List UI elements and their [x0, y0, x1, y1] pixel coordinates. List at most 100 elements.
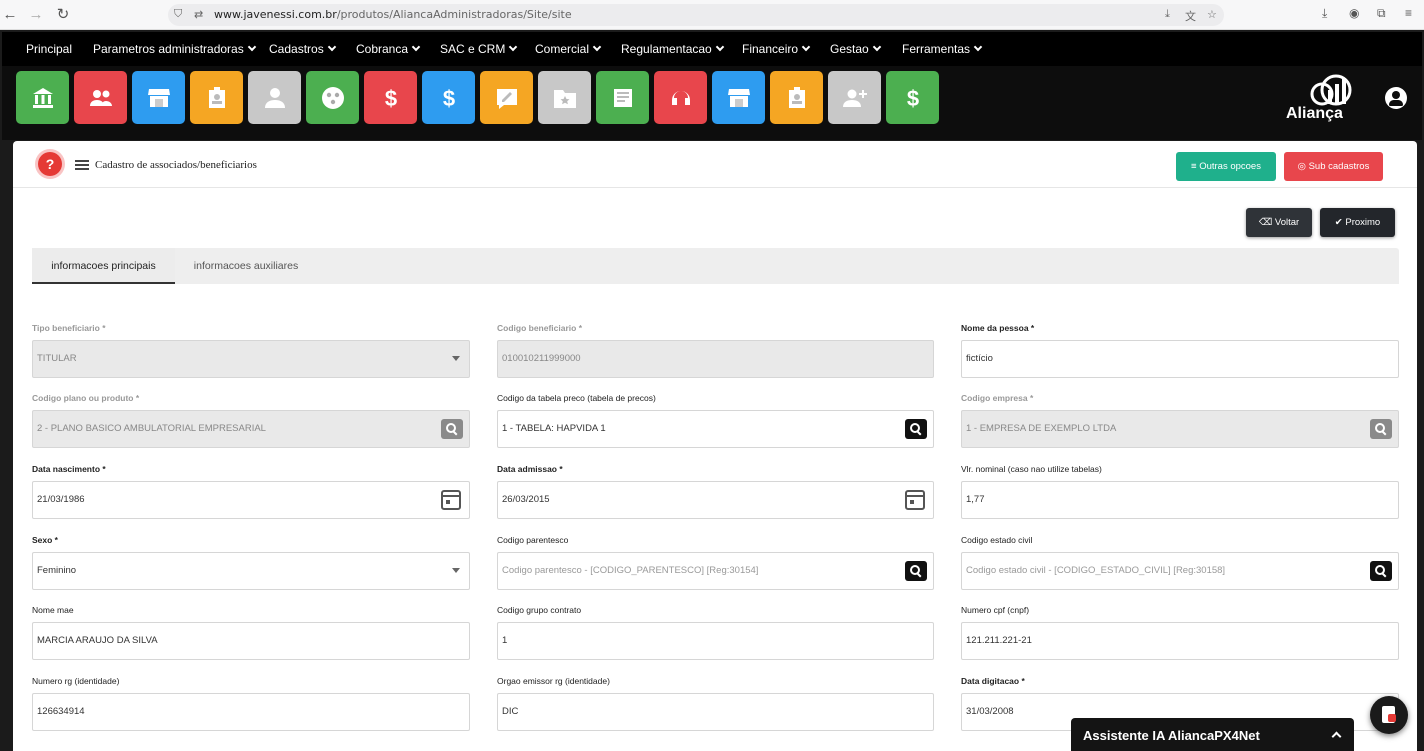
tab-informacoes-principais[interactable]: informacoes principais [32, 248, 175, 284]
reload-icon[interactable]: ↻ [53, 5, 73, 25]
logo-icon: Aliança [1286, 74, 1352, 122]
codigo-tabela-input[interactable]: 1 - TABELA: HAPVIDA 1 [497, 410, 934, 448]
search-button[interactable] [1370, 419, 1392, 439]
star-icon[interactable]: ☆ [1207, 8, 1217, 21]
menu-financeiro[interactable]: Financeiro [742, 32, 811, 66]
menu-regulamentacao[interactable]: Regulamentacao [621, 32, 724, 66]
outras-opcoes-button[interactable]: ≡ Outras opcoes [1176, 152, 1276, 181]
codigo-tabela-value: 1 - TABELA: HAPVIDA 1 [502, 423, 606, 434]
numero-cpf-input[interactable]: 121.211.221-21 [961, 622, 1399, 660]
codigo-plano-input[interactable]: 2 - PLANO BASICO AMBULATORIAL EMPRESARIA… [32, 410, 470, 448]
menu-label: Ferramentas [902, 42, 971, 56]
forward-icon[interactable]: → [26, 5, 46, 25]
account-icon[interactable]: ◉ [1349, 6, 1359, 20]
shortcut-tile[interactable] [248, 71, 301, 124]
codigo-empresa-input[interactable]: 1 - EMPRESA DE EXEMPLO LTDA [961, 410, 1399, 448]
search-button[interactable] [441, 419, 463, 439]
codigo-grupo-contrato-input[interactable]: 1 [497, 622, 934, 660]
tipo-beneficiario-select[interactable]: TITULAR [32, 340, 470, 378]
data-nascimento-input[interactable]: 21/03/1986 [32, 481, 470, 519]
chevron-down-icon [509, 42, 518, 52]
sub-cadastros-button[interactable]: ◎ Sub cadastros [1284, 152, 1383, 181]
store-icon [727, 88, 750, 107]
codigo-estado-civil-input[interactable]: Codigo estado civil - [CODIGO_ESTADO_CIV… [961, 552, 1399, 590]
menu-cadastros[interactable]: Cadastros [269, 32, 336, 66]
shortcut-tile[interactable] [596, 71, 649, 124]
search-icon [446, 423, 458, 436]
numero-rg-input[interactable]: 126634914 [32, 693, 470, 731]
calendar-icon[interactable] [905, 490, 925, 510]
svg-text:$: $ [442, 86, 454, 111]
orgao-emissor-label: Orgao emissor rg (identidade) [497, 676, 610, 686]
shortcut-tile[interactable]: $ [422, 71, 475, 124]
menu-cobranca[interactable]: Cobranca [356, 32, 421, 66]
shortcut-tile[interactable]: $ [364, 71, 417, 124]
shortcut-tile[interactable] [480, 71, 533, 124]
hamburger-icon[interactable] [75, 160, 89, 170]
voltar-button[interactable]: ⌫ Voltar [1246, 208, 1312, 237]
menu-icon[interactable]: ≡ [1405, 6, 1412, 20]
data-admissao-label: Data admissao * [497, 464, 563, 474]
menu-ferramentas[interactable]: Ferramentas [902, 32, 983, 66]
menu-sac-crm[interactable]: SAC e CRM [440, 32, 518, 66]
menu-principal[interactable]: Principal [26, 32, 72, 66]
data-nascimento-value: 21/03/1986 [37, 494, 85, 505]
shortcut-tile[interactable] [74, 71, 127, 124]
shortcut-tile[interactable] [190, 71, 243, 124]
search-button[interactable] [905, 419, 927, 439]
menu-comercial[interactable]: Comercial [535, 32, 602, 66]
menu-gestao[interactable]: Gestao [830, 32, 881, 66]
edit-note-icon [496, 88, 517, 109]
nome-mae-input[interactable]: MARCIA ARAUJO DA SILVA [32, 622, 470, 660]
assistant-panel[interactable]: Assistente IA AliancaPX4Net [1071, 718, 1354, 751]
codigo-parentesco-input[interactable]: Codigo parentesco - [CODIGO_PARENTESCO] … [497, 552, 934, 590]
shield-icon: ⛉ [174, 8, 183, 20]
shortcut-tile[interactable] [16, 71, 69, 124]
shortcut-tile[interactable] [828, 71, 881, 124]
chevron-up-icon[interactable] [1331, 731, 1342, 742]
tab-informacoes-auxiliares[interactable]: informacoes auxiliares [175, 248, 317, 284]
extensions-icon[interactable]: ⧉ [1377, 6, 1386, 21]
shortcut-tile[interactable] [132, 71, 185, 124]
url-path: /produtos/AliancaAdministradoras/Site/si… [336, 8, 572, 21]
chevron-down-icon [247, 42, 256, 52]
shortcut-tile[interactable] [306, 71, 359, 124]
translate-icon[interactable]: 文 [1185, 8, 1196, 24]
group-icon [89, 89, 112, 106]
chat-launcher-icon[interactable] [1370, 696, 1408, 734]
sexo-select[interactable]: Feminino [32, 552, 470, 590]
help-icon[interactable]: ? [38, 152, 62, 176]
numero-cpf-label: Numero cpf (cnpf) [961, 605, 1030, 615]
proximo-button[interactable]: ✔ Proximo [1320, 208, 1395, 237]
orgao-emissor-input[interactable]: DIC [497, 693, 934, 731]
download-page-icon[interactable]: ⤓ [1165, 8, 1170, 21]
shortcut-tile[interactable] [538, 71, 591, 124]
menu-label: Regulamentacao [621, 42, 712, 56]
shortcut-tile[interactable] [770, 71, 823, 124]
menu-label: Comercial [535, 42, 590, 56]
shortcut-tile[interactable]: $ [886, 71, 939, 124]
user-profile-icon[interactable] [1385, 87, 1407, 109]
back-icon[interactable]: ← [0, 5, 20, 25]
address-bar[interactable]: ⛉ ⇄ www.javenessi.com.br/produtos/Alianc… [168, 4, 1224, 26]
codigo-parentesco-label: Codigo parentesco [497, 535, 569, 545]
menu-parametros[interactable]: Parametros administradoras [93, 32, 256, 66]
search-button[interactable] [905, 561, 927, 581]
data-digitacao-label: Data digitacao * [961, 676, 1025, 686]
shortcut-tile[interactable] [712, 71, 765, 124]
codigo-beneficiario-input[interactable]: 010010211999000 [497, 340, 934, 378]
nome-mae-label: Nome mae [32, 605, 74, 615]
codigo-beneficiario-label: Codigo beneficiario * [497, 323, 583, 333]
data-admissao-input[interactable]: 26/03/2015 [497, 481, 934, 519]
tipo-beneficiario-value: TITULAR [37, 353, 77, 364]
nome-pessoa-input[interactable]: fictício [961, 340, 1399, 378]
caret-down-icon [452, 356, 460, 361]
search-button[interactable] [1370, 561, 1392, 581]
downloads-icon[interactable]: ⤓ [1322, 6, 1327, 21]
vlr-nominal-input[interactable]: 1,77 [961, 481, 1399, 519]
codigo-estado-civil-label: Codigo estado civil [961, 535, 1033, 545]
calendar-icon[interactable] [441, 490, 461, 510]
dollar-icon: $ [442, 86, 454, 111]
shortcut-tile[interactable] [654, 71, 707, 124]
codigo-empresa-label: Codigo empresa * [961, 393, 1034, 403]
